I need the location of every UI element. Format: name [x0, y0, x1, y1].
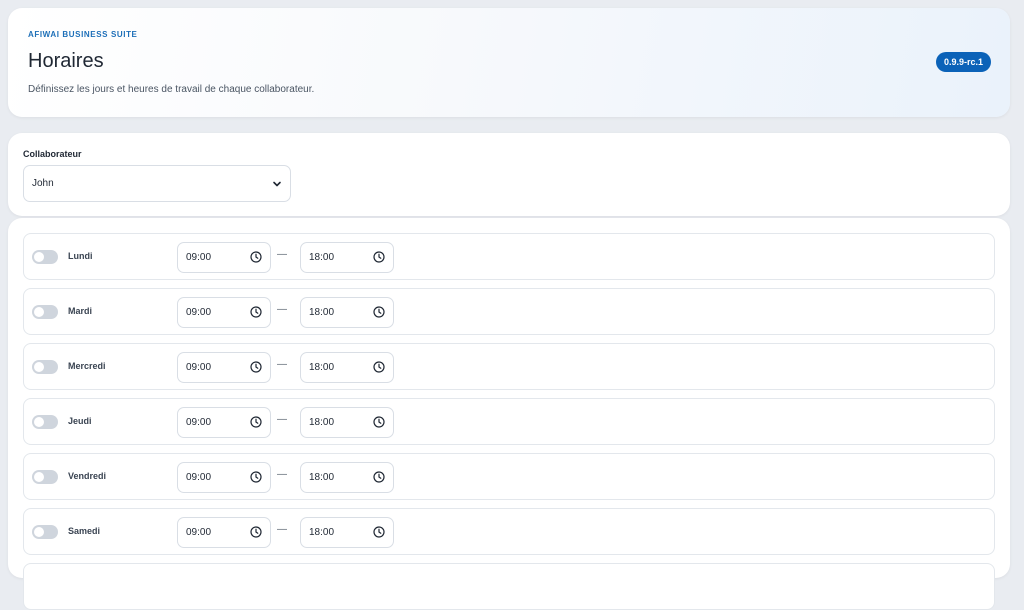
toggle-knob	[34, 417, 44, 427]
toggle-knob	[34, 527, 44, 537]
day-toggle-lundi[interactable]	[32, 250, 58, 264]
start-time-input[interactable]: 09:00	[177, 517, 271, 548]
clock-icon[interactable]	[373, 416, 385, 428]
day-label: Jeudi	[68, 416, 92, 426]
clock-icon[interactable]	[373, 526, 385, 538]
toggle-knob	[34, 252, 44, 262]
start-time-value: 09:00	[186, 362, 212, 373]
time-separator: —	[277, 414, 287, 425]
clock-icon[interactable]	[250, 306, 262, 318]
collaborator-select[interactable]: John	[23, 165, 291, 202]
day-row-samedi: Samedi 09:00 — 18:00	[23, 508, 995, 555]
start-time-value: 09:00	[186, 252, 212, 263]
day-toggle-samedi[interactable]	[32, 525, 58, 539]
clock-icon[interactable]	[373, 251, 385, 263]
time-separator: —	[277, 469, 287, 480]
end-time-value: 18:00	[309, 362, 335, 373]
start-time-value: 09:00	[186, 417, 212, 428]
day-row-next	[23, 563, 995, 610]
end-time-value: 18:00	[309, 472, 335, 483]
time-separator: —	[277, 524, 287, 535]
start-time-value: 09:00	[186, 527, 212, 538]
end-time-input[interactable]: 18:00	[300, 462, 394, 493]
day-row-jeudi: Jeudi 09:00 — 18:00	[23, 398, 995, 445]
day-toggle-jeudi[interactable]	[32, 415, 58, 429]
clock-icon[interactable]	[373, 306, 385, 318]
day-toggle-mardi[interactable]	[32, 305, 58, 319]
collaborator-label: Collaborateur	[23, 149, 82, 159]
day-label: Mercredi	[68, 361, 106, 371]
start-time-value: 09:00	[186, 307, 212, 318]
day-label: Lundi	[68, 251, 93, 261]
end-time-value: 18:00	[309, 307, 335, 318]
start-time-input[interactable]: 09:00	[177, 297, 271, 328]
day-toggle-vendredi[interactable]	[32, 470, 58, 484]
collaborator-selected-value: John	[32, 178, 54, 189]
start-time-input[interactable]: 09:00	[177, 462, 271, 493]
day-row-mercredi: Mercredi 09:00 — 18:00	[23, 343, 995, 390]
end-time-input[interactable]: 18:00	[300, 517, 394, 548]
start-time-input[interactable]: 09:00	[177, 407, 271, 438]
clock-icon[interactable]	[250, 416, 262, 428]
end-time-value: 18:00	[309, 252, 335, 263]
day-label: Vendredi	[68, 471, 107, 481]
page-title: Horaires	[28, 50, 104, 72]
time-separator: —	[277, 249, 287, 260]
clock-icon[interactable]	[250, 471, 262, 483]
toggle-knob	[34, 362, 44, 372]
time-separator: —	[277, 304, 287, 315]
time-separator: —	[277, 359, 287, 370]
end-time-value: 18:00	[309, 527, 335, 538]
day-label: Samedi	[68, 526, 101, 536]
toggle-knob	[34, 307, 44, 317]
end-time-input[interactable]: 18:00	[300, 352, 394, 383]
chevron-down-icon	[273, 181, 281, 187]
end-time-input[interactable]: 18:00	[300, 407, 394, 438]
day-row-vendredi: Vendredi 09:00 — 18:00	[23, 453, 995, 500]
end-time-value: 18:00	[309, 417, 335, 428]
day-label: Mardi	[68, 306, 93, 316]
clock-icon[interactable]	[250, 251, 262, 263]
clock-icon[interactable]	[250, 361, 262, 373]
day-row-lundi: Lundi 09:00 — 18:00	[23, 233, 995, 280]
version-badge: 0.9.9-rc.1	[936, 52, 992, 72]
schedule-card: Lundi 09:00 — 18:00 Mardi 09:00 — 18:00 …	[8, 218, 1010, 610]
collaborator-card: Collaborateur John	[8, 133, 1010, 216]
clock-icon[interactable]	[250, 526, 262, 538]
end-time-input[interactable]: 18:00	[300, 242, 394, 273]
toggle-knob	[34, 472, 44, 482]
end-time-input[interactable]: 18:00	[300, 297, 394, 328]
day-toggle-mercredi[interactable]	[32, 360, 58, 374]
start-time-input[interactable]: 09:00	[177, 352, 271, 383]
start-time-value: 09:00	[186, 472, 212, 483]
start-time-input[interactable]: 09:00	[177, 242, 271, 273]
page-subtitle: Définissez les jours et heures de travai…	[28, 84, 315, 95]
app-name: AFIWAI BUSINESS SUITE	[28, 30, 138, 39]
page-header: AFIWAI BUSINESS SUITE Horaires Définisse…	[8, 8, 1010, 117]
clock-icon[interactable]	[373, 471, 385, 483]
day-row-mardi: Mardi 09:00 — 18:00	[23, 288, 995, 335]
clock-icon[interactable]	[373, 361, 385, 373]
